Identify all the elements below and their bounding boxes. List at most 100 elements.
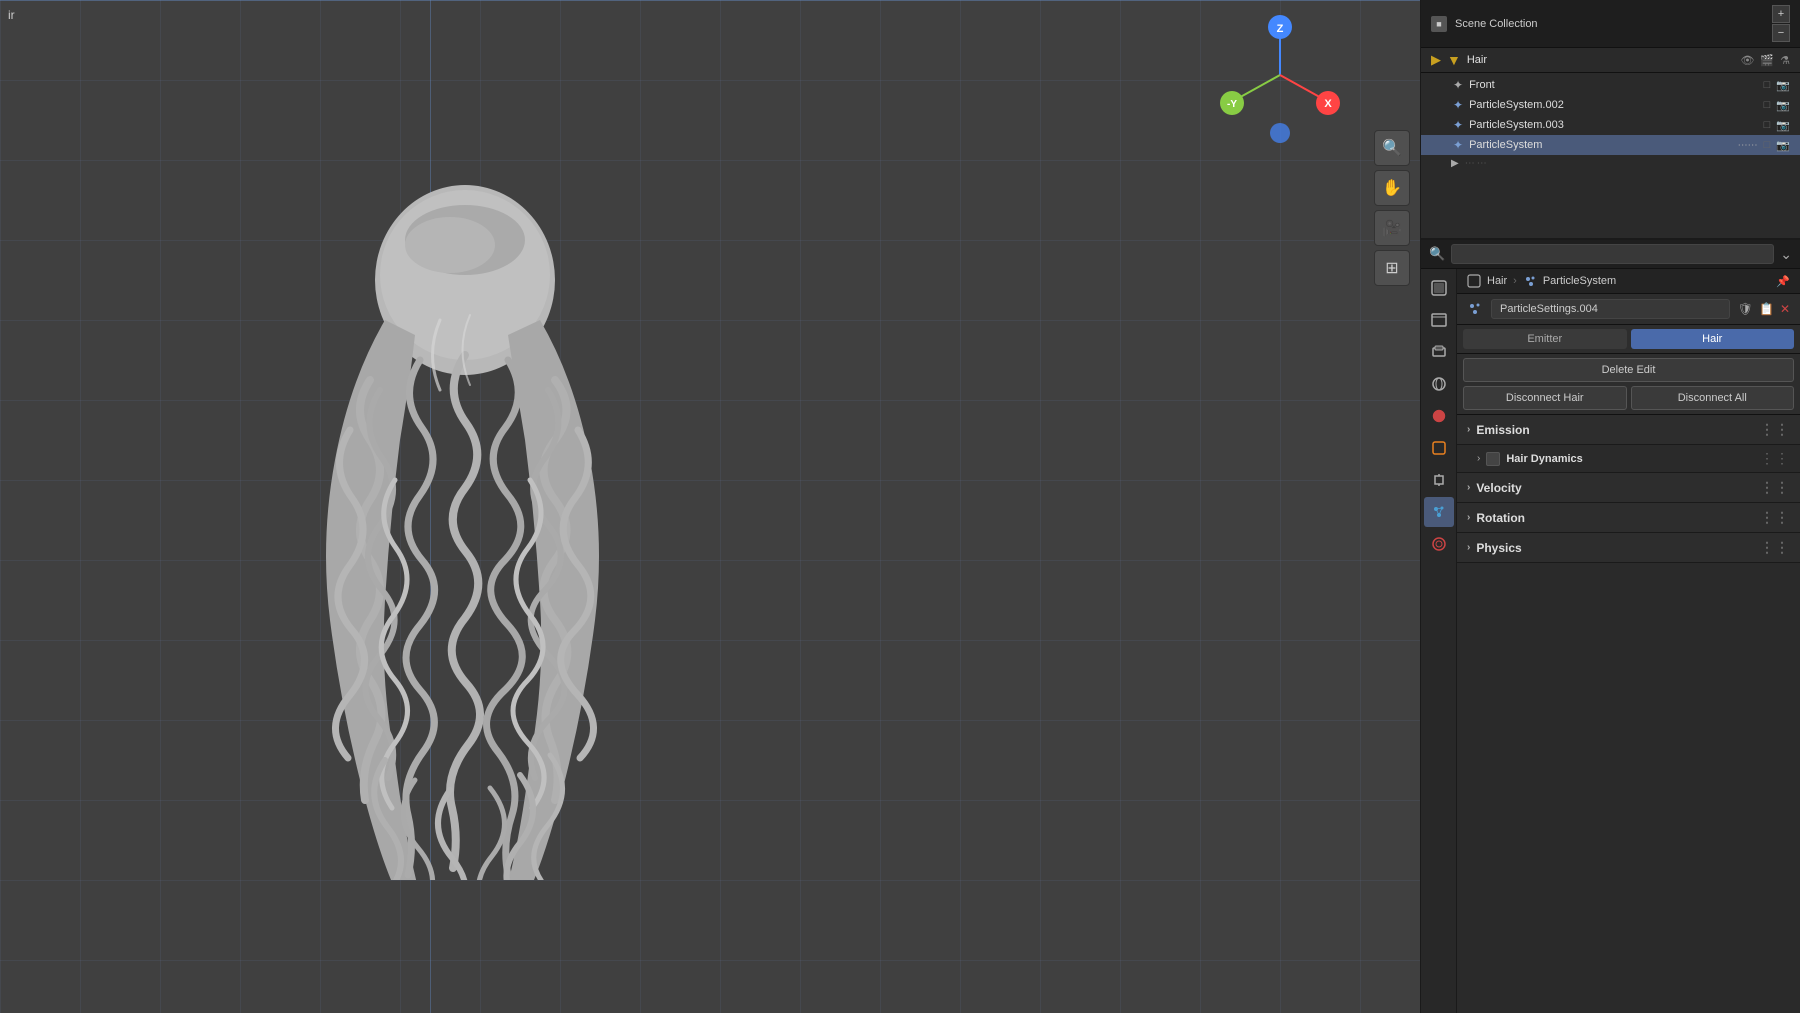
zoom-btn[interactable]: 🔍 xyxy=(1374,130,1410,166)
settings-ps-icon xyxy=(1467,301,1483,317)
section-rotation: › Rotation ⋮⋮ xyxy=(1457,503,1800,533)
shield-icon[interactable]: 🛡 xyxy=(1738,302,1753,316)
outliner-item-ps002[interactable]: ✦ ParticleSystem.002 □ 📷 xyxy=(1421,95,1800,115)
props-icon-particles[interactable] xyxy=(1424,497,1454,527)
delete-edit-btn[interactable]: Delete Edit xyxy=(1463,358,1794,382)
breadcrumb-hair-icon xyxy=(1467,274,1481,288)
pin-icon[interactable]: 📌 xyxy=(1776,275,1790,288)
outliner-header-right: + − xyxy=(1772,5,1790,42)
right-panels: ■ Scene Collection + − ▶ ▼ Hair 👁 🎬 ⚗ xyxy=(1420,0,1800,1013)
hair-collection-row[interactable]: ▶ ▼ Hair 👁 🎬 ⚗ xyxy=(1421,48,1800,73)
outliner-header-left: ■ Scene Collection xyxy=(1431,16,1538,32)
outliner-item-ps[interactable]: ✦ ParticleSystem ⋯⋯ □ 📷 xyxy=(1421,135,1800,155)
nav-gizmo[interactable]: Z -Y X xyxy=(1220,15,1340,145)
section-emission-header[interactable]: › Emission ⋮⋮ xyxy=(1457,415,1800,444)
disconnect-all-btn[interactable]: Disconnect All xyxy=(1631,386,1795,410)
velocity-label: Velocity xyxy=(1476,481,1754,495)
disconnect-hair-btn[interactable]: Disconnect Hair xyxy=(1463,386,1627,410)
pan-btn[interactable]: ✋ xyxy=(1374,170,1410,206)
tab-hair[interactable]: Hair xyxy=(1631,329,1795,349)
eye-icon[interactable]: 👁 xyxy=(1740,54,1754,67)
svg-text:X: X xyxy=(1324,98,1332,110)
scene-collection-icon: ■ xyxy=(1431,16,1447,32)
close-settings-icon[interactable]: ✕ xyxy=(1780,302,1790,316)
physics-chevron-icon: › xyxy=(1467,542,1470,553)
properties-expand-btn[interactable]: ⌄ xyxy=(1780,246,1792,263)
camera-icon[interactable]: 🎬 xyxy=(1760,54,1774,67)
hair-collection-icon: ▼ xyxy=(1447,52,1461,68)
props-icon-object[interactable] xyxy=(1424,433,1454,463)
velocity-dots: ⋮⋮ xyxy=(1760,479,1790,496)
props-main: Hair › ParticleSystem 📌 🛡 xyxy=(1457,269,1800,1013)
ps-display-icon[interactable]: □ xyxy=(1764,139,1771,151)
settings-bar: 🛡 📋 ✕ xyxy=(1457,294,1800,325)
physics-dots: ⋮⋮ xyxy=(1760,539,1790,556)
ps002-display-icon[interactable]: □ xyxy=(1764,99,1771,111)
ps002-camera3-icon[interactable]: 📷 xyxy=(1776,99,1790,112)
grid-btn[interactable]: ⊞ xyxy=(1374,250,1410,286)
viewport[interactable]: ir Z -Y X 🔍 ✋ 🎥 ⊞ xyxy=(0,0,1420,1013)
ps-icon: ✦ xyxy=(1453,138,1463,152)
outliner: ■ Scene Collection + − ▶ ▼ Hair 👁 🎬 ⚗ xyxy=(1421,0,1800,240)
props-icon-world[interactable] xyxy=(1424,401,1454,431)
section-physics-header[interactable]: › Physics ⋮⋮ xyxy=(1457,533,1800,562)
props-search-icon: 🔍 xyxy=(1429,246,1445,262)
camera-btn[interactable]: 🎥 xyxy=(1374,210,1410,246)
props-icon-viewlayer[interactable] xyxy=(1424,337,1454,367)
section-physics: › Physics ⋮⋮ xyxy=(1457,533,1800,563)
breadcrumb-hair-label: Hair xyxy=(1487,275,1507,287)
properties-search-bar: 🔍 ⌄ xyxy=(1421,240,1800,269)
filter-icon[interactable]: ⚗ xyxy=(1780,54,1790,67)
emission-dots: ⋮⋮ xyxy=(1760,421,1790,438)
scene-collection-label: Scene Collection xyxy=(1455,18,1538,30)
outliner-item-ps003[interactable]: ✦ ParticleSystem.003 □ 📷 xyxy=(1421,115,1800,135)
type-tabs: Emitter Hair xyxy=(1457,325,1800,354)
outliner-header: ■ Scene Collection + − xyxy=(1421,0,1800,48)
breadcrumb-sep: › xyxy=(1513,275,1517,287)
ps002-label: ParticleSystem.002 xyxy=(1469,99,1758,111)
properties-search-input[interactable] xyxy=(1451,244,1774,264)
section-rotation-header[interactable]: › Rotation ⋮⋮ xyxy=(1457,503,1800,532)
outliner-remove-btn[interactable]: − xyxy=(1772,24,1790,42)
particle-settings-name-input[interactable] xyxy=(1491,299,1730,319)
ps003-label: ParticleSystem.003 xyxy=(1469,119,1758,131)
props-icon-physics[interactable] xyxy=(1424,529,1454,559)
ps003-display-icon[interactable]: □ xyxy=(1764,119,1771,131)
front-display-icon[interactable]: □ xyxy=(1764,79,1771,91)
emission-chevron-icon: › xyxy=(1467,424,1470,435)
hair-dynamics-checkbox[interactable] xyxy=(1486,452,1500,466)
tab-emitter[interactable]: Emitter xyxy=(1463,329,1627,349)
properties-panel: 🔍 ⌄ xyxy=(1421,240,1800,1013)
hair-collection-label: Hair xyxy=(1467,54,1735,66)
hair-model xyxy=(240,180,690,880)
hair-collection-expand[interactable]: ▶ xyxy=(1431,52,1441,68)
copy-icon[interactable]: 📋 xyxy=(1759,302,1774,316)
ps-expand-icon[interactable]: ▶ xyxy=(1451,158,1459,169)
outliner-add-btn[interactable]: + xyxy=(1772,5,1790,23)
section-hair-dynamics: › Hair Dynamics ⋮⋮ xyxy=(1457,445,1800,473)
section-velocity-header[interactable]: › Velocity ⋮⋮ xyxy=(1457,473,1800,502)
props-icon-scene[interactable] xyxy=(1424,369,1454,399)
ps-camera5-icon[interactable]: 📷 xyxy=(1776,139,1790,152)
viewport-toolbar: 🔍 ✋ 🎥 ⊞ xyxy=(1374,130,1410,286)
ps002-icon: ✦ xyxy=(1453,98,1463,112)
props-icon-render[interactable] xyxy=(1424,273,1454,303)
props-icon-output[interactable] xyxy=(1424,305,1454,335)
viewport-label: ir xyxy=(8,8,15,22)
disconnect-buttons-row: Disconnect Hair Disconnect All xyxy=(1463,386,1794,410)
section-hair-dynamics-header[interactable]: › Hair Dynamics ⋮⋮ xyxy=(1457,445,1800,472)
outliner-item-front[interactable]: ✦ Front □ 📷 xyxy=(1421,75,1800,95)
section-emission: › Emission ⋮⋮ xyxy=(1457,415,1800,445)
props-icon-modifier[interactable] xyxy=(1424,465,1454,495)
ps-dots: ⋯⋯ xyxy=(1738,140,1758,151)
front-camera2-icon[interactable]: 📷 xyxy=(1776,79,1790,92)
action-buttons: Delete Edit Disconnect Hair Disconnect A… xyxy=(1457,354,1800,415)
ps-expand-row[interactable]: ▶ ⋯⋯ xyxy=(1421,155,1800,172)
hair-dynamics-label: Hair Dynamics xyxy=(1506,453,1754,465)
ps003-camera4-icon[interactable]: 📷 xyxy=(1776,119,1790,132)
velocity-chevron-icon: › xyxy=(1467,482,1470,493)
front-item-icon: ✦ xyxy=(1453,78,1463,92)
props-sidebar xyxy=(1421,269,1457,1013)
rotation-dots: ⋮⋮ xyxy=(1760,509,1790,526)
breadcrumb-ps-label: ParticleSystem xyxy=(1543,275,1616,287)
